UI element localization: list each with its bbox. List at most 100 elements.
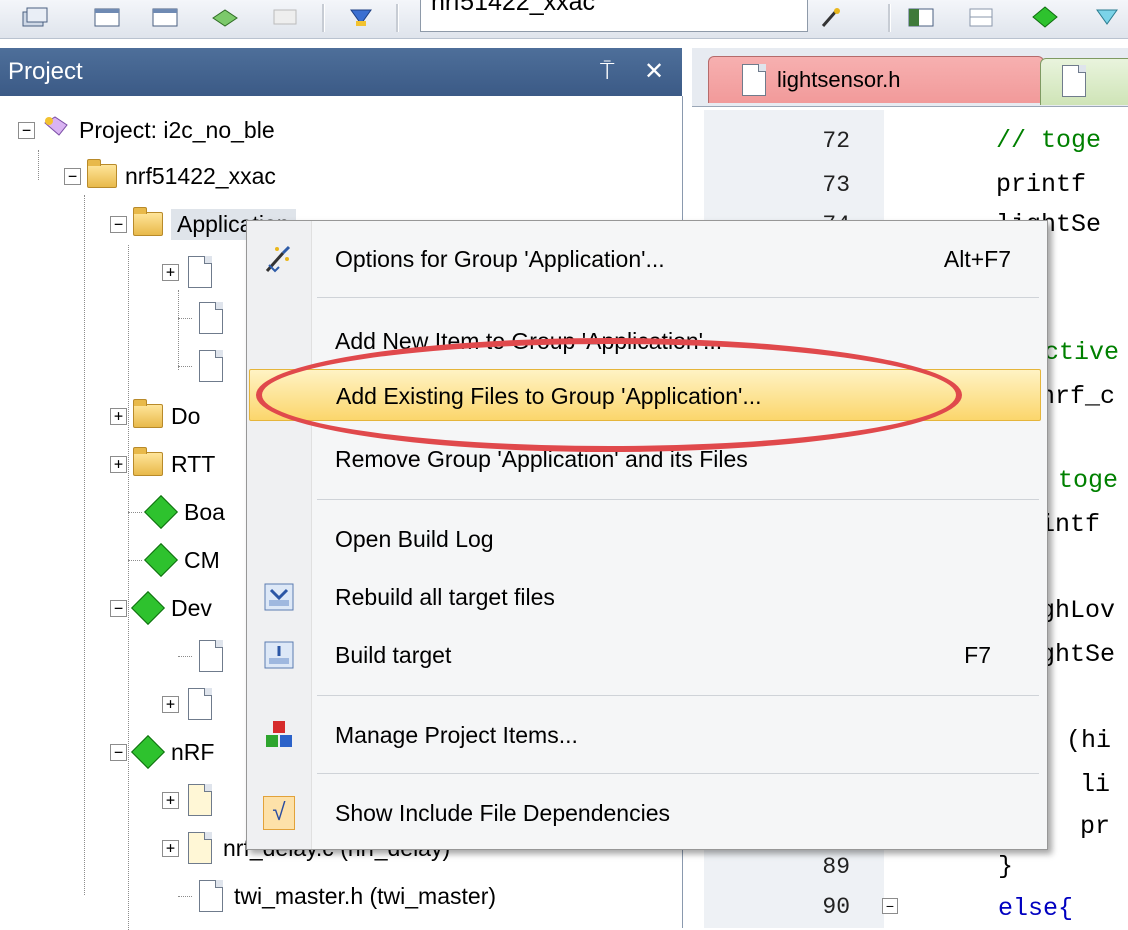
tree-item-label: twi_master.h (twi_master) <box>234 882 497 909</box>
tree-item-project[interactable]: − Project: i2c_no_ble <box>18 110 275 150</box>
menu-item-label: Manage Project Items... <box>335 722 578 748</box>
tree-item-file[interactable]: + <box>162 252 223 292</box>
code-line: li <box>1080 770 1111 799</box>
code-line: ghLov <box>1040 596 1116 625</box>
toolbar-download-icon[interactable] <box>346 4 376 30</box>
tree-item-file[interactable] <box>178 636 234 676</box>
code-line: // toge <box>996 126 1102 155</box>
target-folder-icon <box>87 159 117 192</box>
tab-second-file[interactable] <box>1040 58 1128 105</box>
code-line: pr <box>1080 812 1111 841</box>
project-panel-header: Project ⍑ ✕ <box>0 48 682 96</box>
pin-icon[interactable]: ⍑ <box>600 48 614 96</box>
menu-item-add-existing-files[interactable]: Add Existing Files to Group 'Application… <box>249 369 1041 421</box>
tree-item-file[interactable]: + <box>162 684 223 724</box>
tree-item-label: Boa <box>184 498 225 525</box>
folder-icon <box>133 447 163 480</box>
file-icon <box>185 256 215 288</box>
toolbar-layers-icon[interactable] <box>210 4 240 30</box>
tree-item-file[interactable] <box>178 346 234 386</box>
code-line: intf <box>1040 510 1101 539</box>
manage-items-icon <box>263 719 295 751</box>
menu-item-build-target[interactable]: Build target F7 <box>249 629 1041 681</box>
collapse-icon[interactable]: − <box>110 215 127 233</box>
tree-item-label: Dev <box>171 594 212 621</box>
tab-label: lightsensor.h <box>777 67 901 92</box>
toolbar-component-icon[interactable] <box>1030 4 1060 30</box>
context-menu: Options for Group 'Application'... Alt+F… <box>246 220 1048 850</box>
component-icon <box>131 591 165 625</box>
file-icon <box>1059 65 1089 97</box>
tree-item-label: nRF <box>171 738 215 765</box>
expand-icon[interactable]: + <box>162 839 179 857</box>
file-key-icon <box>185 832 215 864</box>
tree-item-file-key[interactable]: + <box>162 780 223 820</box>
collapse-icon[interactable]: − <box>110 599 127 617</box>
menu-item-show-include-deps[interactable]: √ Show Include File Dependencies <box>249 787 1041 839</box>
expand-icon[interactable]: + <box>162 263 179 281</box>
menu-separator <box>317 695 1039 696</box>
tree-item-label: CM <box>184 546 220 573</box>
file-icon <box>196 302 226 334</box>
menu-item-options-for-group[interactable]: Options for Group 'Application'... Alt+F… <box>249 233 1041 285</box>
expand-icon[interactable]: + <box>162 791 179 809</box>
tree-guide <box>84 195 85 895</box>
collapse-icon[interactable]: − <box>110 743 127 761</box>
tree-item-rtt-group[interactable]: + RTT <box>110 444 215 484</box>
tree-item-board[interactable]: Boa <box>128 492 225 532</box>
target-select[interactable]: nrf51422_xxac <box>420 0 808 32</box>
collapse-icon[interactable]: − <box>18 121 35 139</box>
collapse-icon[interactable]: − <box>64 167 81 185</box>
expand-icon[interactable]: + <box>162 695 179 713</box>
panel-title: Project <box>8 58 83 85</box>
code-line: } <box>998 852 1014 881</box>
menu-item-open-build-log[interactable]: Open Build Log <box>249 513 1041 565</box>
expand-icon[interactable]: + <box>110 455 127 473</box>
folder-icon <box>133 399 163 432</box>
checkmark-icon: √ <box>263 796 295 830</box>
toolbar-separator <box>396 4 399 32</box>
code-line: ghtSe <box>1040 640 1116 669</box>
tree-item-file[interactable] <box>178 298 234 338</box>
close-icon[interactable]: ✕ <box>644 48 664 96</box>
toolbar-window-icon[interactable] <box>92 4 122 30</box>
component-icon <box>131 735 165 769</box>
menu-item-remove-group[interactable]: Remove Group 'Application' and its Files <box>249 433 1041 485</box>
toolbar-grid-icon[interactable] <box>966 4 996 30</box>
line-number: 72 <box>822 128 850 154</box>
tree-item-device[interactable]: − Dev <box>110 588 212 628</box>
menu-item-rebuild-all[interactable]: Rebuild all target files <box>249 571 1041 623</box>
menu-item-shortcut: F7 <box>964 642 991 668</box>
code-line: ctive <box>1044 338 1120 367</box>
toolbar-layout-icon[interactable] <box>906 4 936 30</box>
menu-item-manage-project-items[interactable]: Manage Project Items... <box>249 709 1041 761</box>
tree-item-label: Project: i2c_no_ble <box>79 116 275 143</box>
toolbar-window2-icon[interactable] <box>150 4 180 30</box>
tree-guide <box>38 150 39 180</box>
menu-item-label: Remove Group 'Application' and its Files <box>335 446 748 472</box>
tree-item-nrf[interactable]: − nRF <box>110 732 214 772</box>
toolbar-pack-icon[interactable] <box>1092 4 1122 30</box>
tree-item-target[interactable]: − nrf51422_xxac <box>64 156 276 196</box>
tree-item-twi-master[interactable]: twi_master.h (twi_master) <box>178 876 496 916</box>
component-icon <box>144 495 178 529</box>
tree-item-doc-group[interactable]: + Do <box>110 396 200 436</box>
code-line: else{ <box>998 894 1074 923</box>
file-icon <box>739 64 769 96</box>
toolbar-pages-icon[interactable] <box>20 4 50 30</box>
menu-item-label: Options for Group 'Application'... <box>335 246 665 272</box>
menu-item-label: Open Build Log <box>335 526 494 552</box>
tab-lightsensor[interactable]: lightsensor.h <box>708 56 1044 103</box>
tree-item-cmsis[interactable]: CM <box>128 540 220 580</box>
menu-item-label: Add Existing Files to Group 'Application… <box>336 383 762 409</box>
fold-icon[interactable]: − <box>882 898 898 914</box>
menu-item-add-new-item[interactable]: Add New Item to Group 'Application'... <box>249 315 1041 367</box>
tree-item-label: nrf51422_xxac <box>125 162 276 189</box>
line-number: 89 <box>822 854 850 880</box>
component-icon <box>144 543 178 577</box>
toolbar-options-icon[interactable] <box>816 4 846 30</box>
file-icon <box>196 350 226 382</box>
expand-icon[interactable]: + <box>110 407 127 425</box>
menu-separator <box>317 499 1039 500</box>
tree-item-label: Do <box>171 402 201 429</box>
